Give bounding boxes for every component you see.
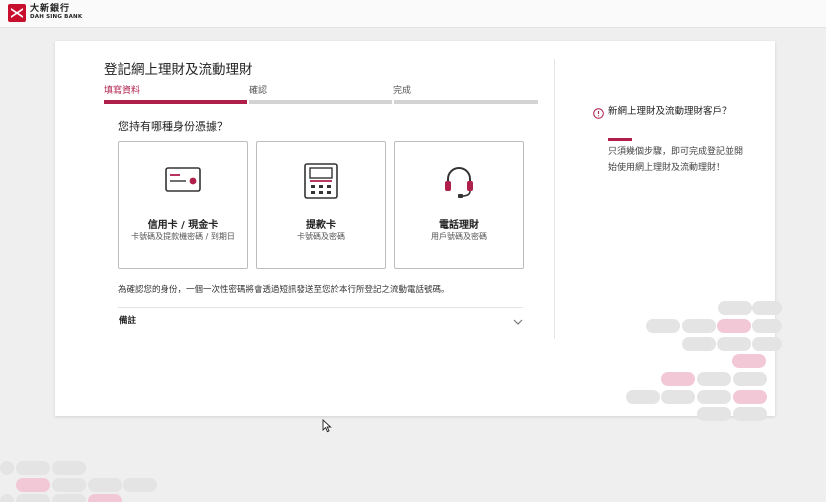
decor-pill (718, 301, 752, 315)
decor-pill (52, 461, 86, 475)
decor-pill (717, 337, 751, 351)
decor-pill (752, 319, 782, 333)
remarks-accordion[interactable]: 備註 (118, 307, 523, 329)
decor-pill (717, 319, 751, 333)
decor-pill (697, 372, 731, 386)
info-icon (593, 104, 604, 123)
top-bar: 大新銀行 DAH SING BANK (0, 0, 826, 28)
decor-pill (697, 407, 731, 421)
side-accent-bar (608, 138, 632, 141)
step-fill-details-bar (104, 100, 247, 104)
decor-pill (16, 494, 50, 502)
headset-icon (441, 166, 477, 204)
decor-pill (733, 407, 767, 421)
otp-verification-note: 為確認您的身份，一個一次性密碼將會透過短訊發送至您於本行所登記之流動電話號碼。 (118, 285, 450, 295)
atm-icon (303, 163, 339, 204)
option-atm-card-subtitle: 卡號碼及密碼 (297, 232, 345, 241)
decor-pill (0, 494, 14, 502)
brand-name-cn: 大新銀行 (30, 4, 71, 15)
column-divider (554, 59, 555, 339)
decor-pill (88, 494, 122, 502)
decor-pill (733, 390, 767, 404)
decor-pill (732, 354, 766, 368)
chevron-down-icon (513, 312, 523, 331)
bank-logo-icon (8, 4, 26, 22)
credit-card-icon (165, 166, 201, 198)
decor-pill (682, 337, 716, 351)
decor-pill (16, 461, 50, 475)
brand-name-en: DAH SING BANK (30, 14, 83, 21)
decor-pill (52, 478, 86, 492)
decor-pill (682, 319, 716, 333)
page-title: 登記網上理財及流動理財 (104, 62, 253, 78)
registration-card: 登記網上理財及流動理財 填寫資料 確認 完成 您持有哪種身份憑據？ 信用卡 / … (55, 41, 775, 416)
new-customer-title: 新網上理財及流動理財客戶？ (608, 106, 732, 117)
decor-pill (0, 461, 14, 475)
decor-pill (661, 390, 695, 404)
option-credit-card-subtitle: 卡號碼及提款機密碼 / 到期日 (131, 232, 235, 241)
decor-pill (52, 494, 86, 502)
bank-logo[interactable]: 大新銀行 DAH SING BANK (8, 4, 82, 22)
option-atm-card-title: 提款卡 (306, 220, 336, 231)
decor-pill (733, 372, 767, 386)
option-credit-card[interactable]: 信用卡 / 現金卡 卡號碼及提款機密碼 / 到期日 (118, 141, 248, 269)
decor-pill (661, 372, 695, 386)
new-customer-description: 只須幾個步驟，即可完成登記並開始使用網上理財及流動理財！ (608, 147, 744, 173)
decor-pill (752, 301, 782, 315)
remarks-label: 備註 (119, 316, 137, 326)
id-question: 您持有哪種身份憑據？ (118, 120, 228, 133)
decor-pill (626, 390, 660, 404)
decor-pill (88, 478, 122, 492)
option-credit-card-title: 信用卡 / 現金卡 (147, 220, 219, 231)
step-fill-details-label: 填寫資料 (104, 86, 141, 96)
decor-pill (16, 478, 50, 492)
option-phone-banking[interactable]: 電話理財 用戶號碼及密碼 (394, 141, 524, 269)
mouse-cursor-icon (322, 418, 332, 437)
decor-pill (123, 478, 157, 492)
decor-pill (752, 337, 782, 351)
step-complete-bar (394, 100, 538, 104)
option-atm-card[interactable]: 提款卡 卡號碼及密碼 (256, 141, 386, 269)
step-complete-label: 完成 (393, 86, 412, 96)
decor-pill (697, 390, 731, 404)
step-confirm-bar (249, 100, 392, 104)
decor-pill (646, 319, 680, 333)
step-confirm-label: 確認 (249, 86, 268, 96)
option-phone-banking-title: 電話理財 (439, 220, 479, 231)
option-phone-banking-subtitle: 用戶號碼及密碼 (431, 232, 487, 241)
